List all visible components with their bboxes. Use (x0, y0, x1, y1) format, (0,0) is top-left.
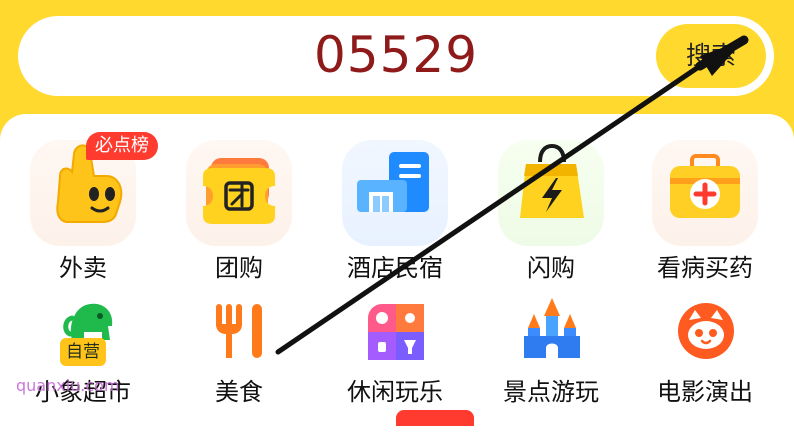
category-label: 美食 (215, 378, 263, 406)
group-buy-ticket-icon (203, 158, 275, 224)
leisure-grid-icon (368, 304, 424, 360)
castle-icon (524, 298, 580, 358)
hotel-building-icon (357, 152, 429, 212)
partial-badge (396, 410, 474, 426)
ranking-badge: 必点榜 (86, 132, 158, 160)
medical-kit-icon (670, 154, 740, 218)
category-label: 电影演出 (657, 378, 753, 406)
category-movies-shows[interactable]: 电影演出 (630, 292, 780, 412)
cat-face-icon (678, 303, 734, 359)
category-label: 闪购 (527, 254, 575, 282)
category-label: 看病买药 (657, 254, 753, 282)
category-label: 休闲玩乐 (347, 378, 443, 406)
category-food[interactable]: 美食 (164, 292, 314, 412)
lightning-bag-icon (520, 143, 584, 218)
search-bar[interactable]: 05529 搜索 (18, 16, 774, 96)
category-medical[interactable]: 看病买药 (630, 140, 780, 290)
category-label: 团购 (215, 254, 263, 282)
category-label: 外卖 (59, 254, 107, 282)
category-flash-buy[interactable]: 闪购 (476, 140, 626, 290)
category-label: 酒店民宿 (347, 254, 443, 282)
category-takeout[interactable]: 必点榜 外卖 (8, 132, 158, 290)
search-button[interactable]: 搜索 (656, 24, 766, 88)
watermark: quanxiu.com (16, 376, 120, 395)
category-scenic-spots[interactable]: 景点游玩 (476, 292, 626, 412)
category-group-buy[interactable]: 团购 (164, 140, 314, 290)
category-leisure[interactable]: 休闲玩乐 (320, 292, 470, 412)
fork-knife-icon (216, 304, 262, 358)
category-label: 景点游玩 (503, 378, 599, 406)
category-hotel[interactable]: 酒店民宿 (320, 140, 470, 290)
self-operated-badge: 自营 (60, 338, 106, 366)
